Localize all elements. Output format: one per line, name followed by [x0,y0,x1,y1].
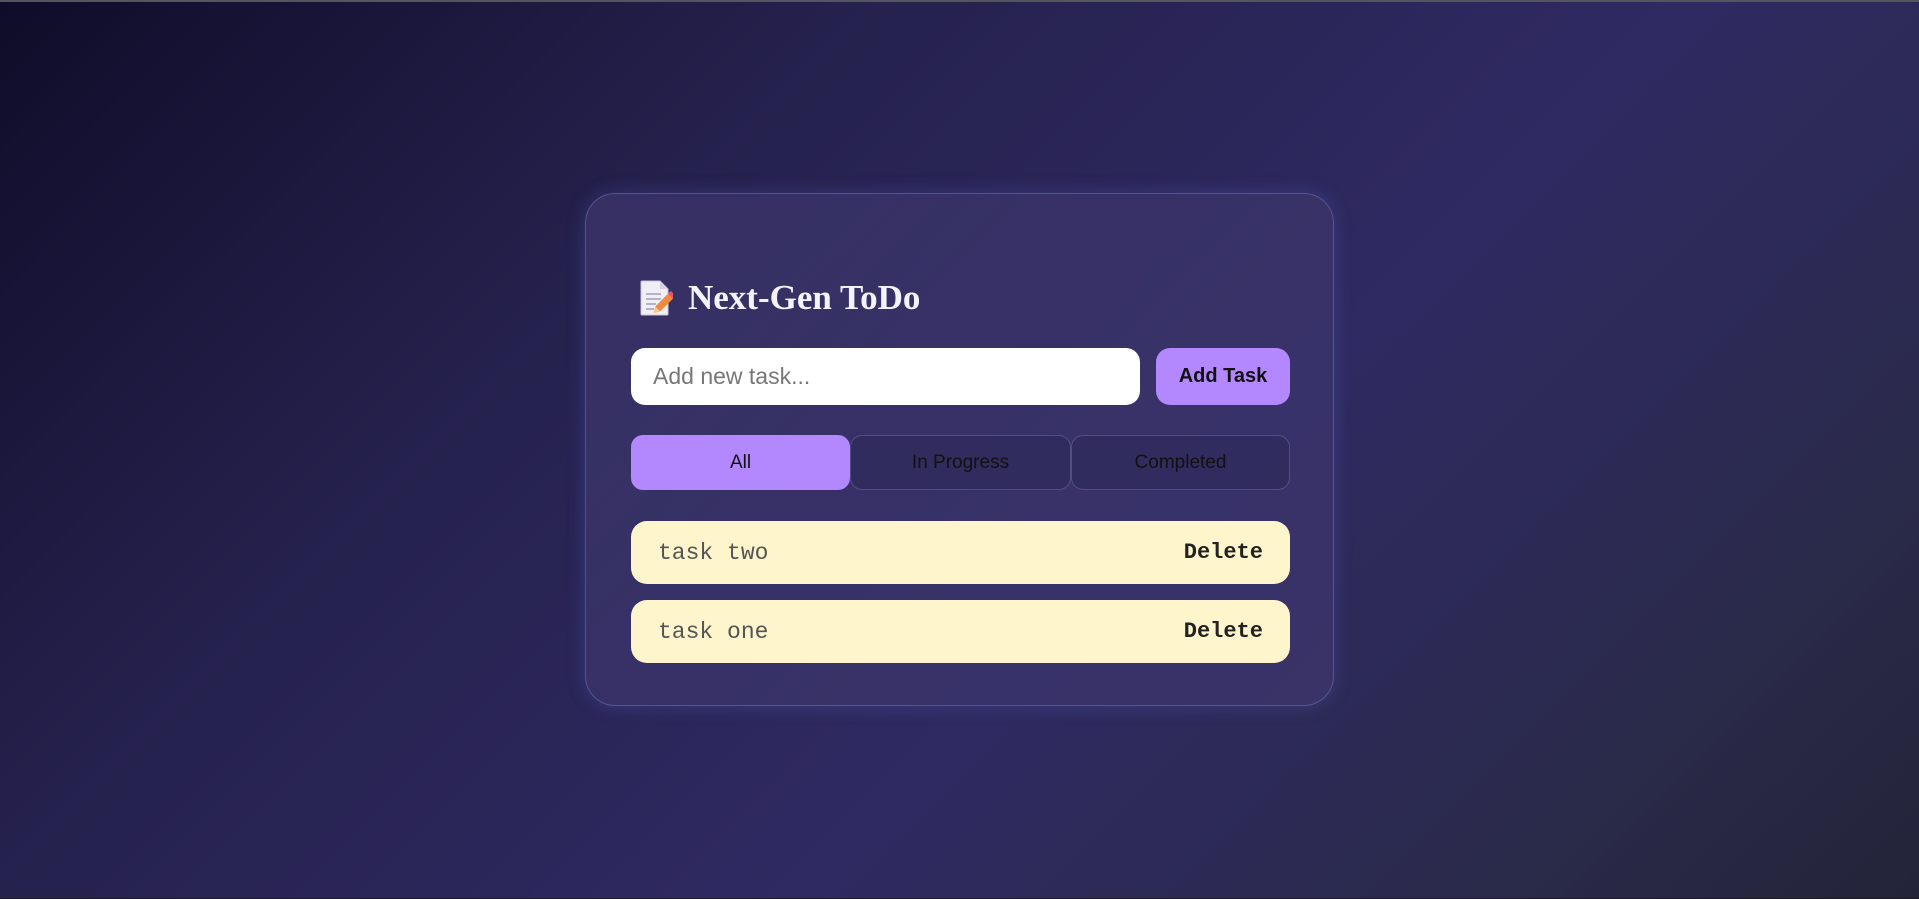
app-title: Next-Gen ToDo [688,278,921,317]
new-task-input[interactable] [631,348,1140,405]
task-text[interactable]: task one [658,619,768,645]
window-top-border [0,0,1919,2]
filter-in-progress-tab[interactable]: In Progress [850,435,1071,490]
filter-completed-tab[interactable]: Completed [1071,435,1290,490]
filter-tabs: All In Progress Completed [631,435,1290,490]
header: Next-Gen ToDo [639,276,920,320]
task-item[interactable]: task two Delete [631,521,1290,584]
delete-task-button[interactable]: Delete [1184,540,1263,565]
task-text[interactable]: task two [658,540,768,566]
todo-card: Next-Gen ToDo Add Task All In Progress C… [585,193,1334,706]
delete-task-button[interactable]: Delete [1184,619,1263,644]
add-task-button[interactable]: Add Task [1156,348,1290,405]
task-item[interactable]: task one Delete [631,600,1290,663]
filter-all-tab[interactable]: All [631,435,850,490]
task-list: task two Delete task one Delete [631,521,1290,679]
memo-icon [639,279,676,317]
